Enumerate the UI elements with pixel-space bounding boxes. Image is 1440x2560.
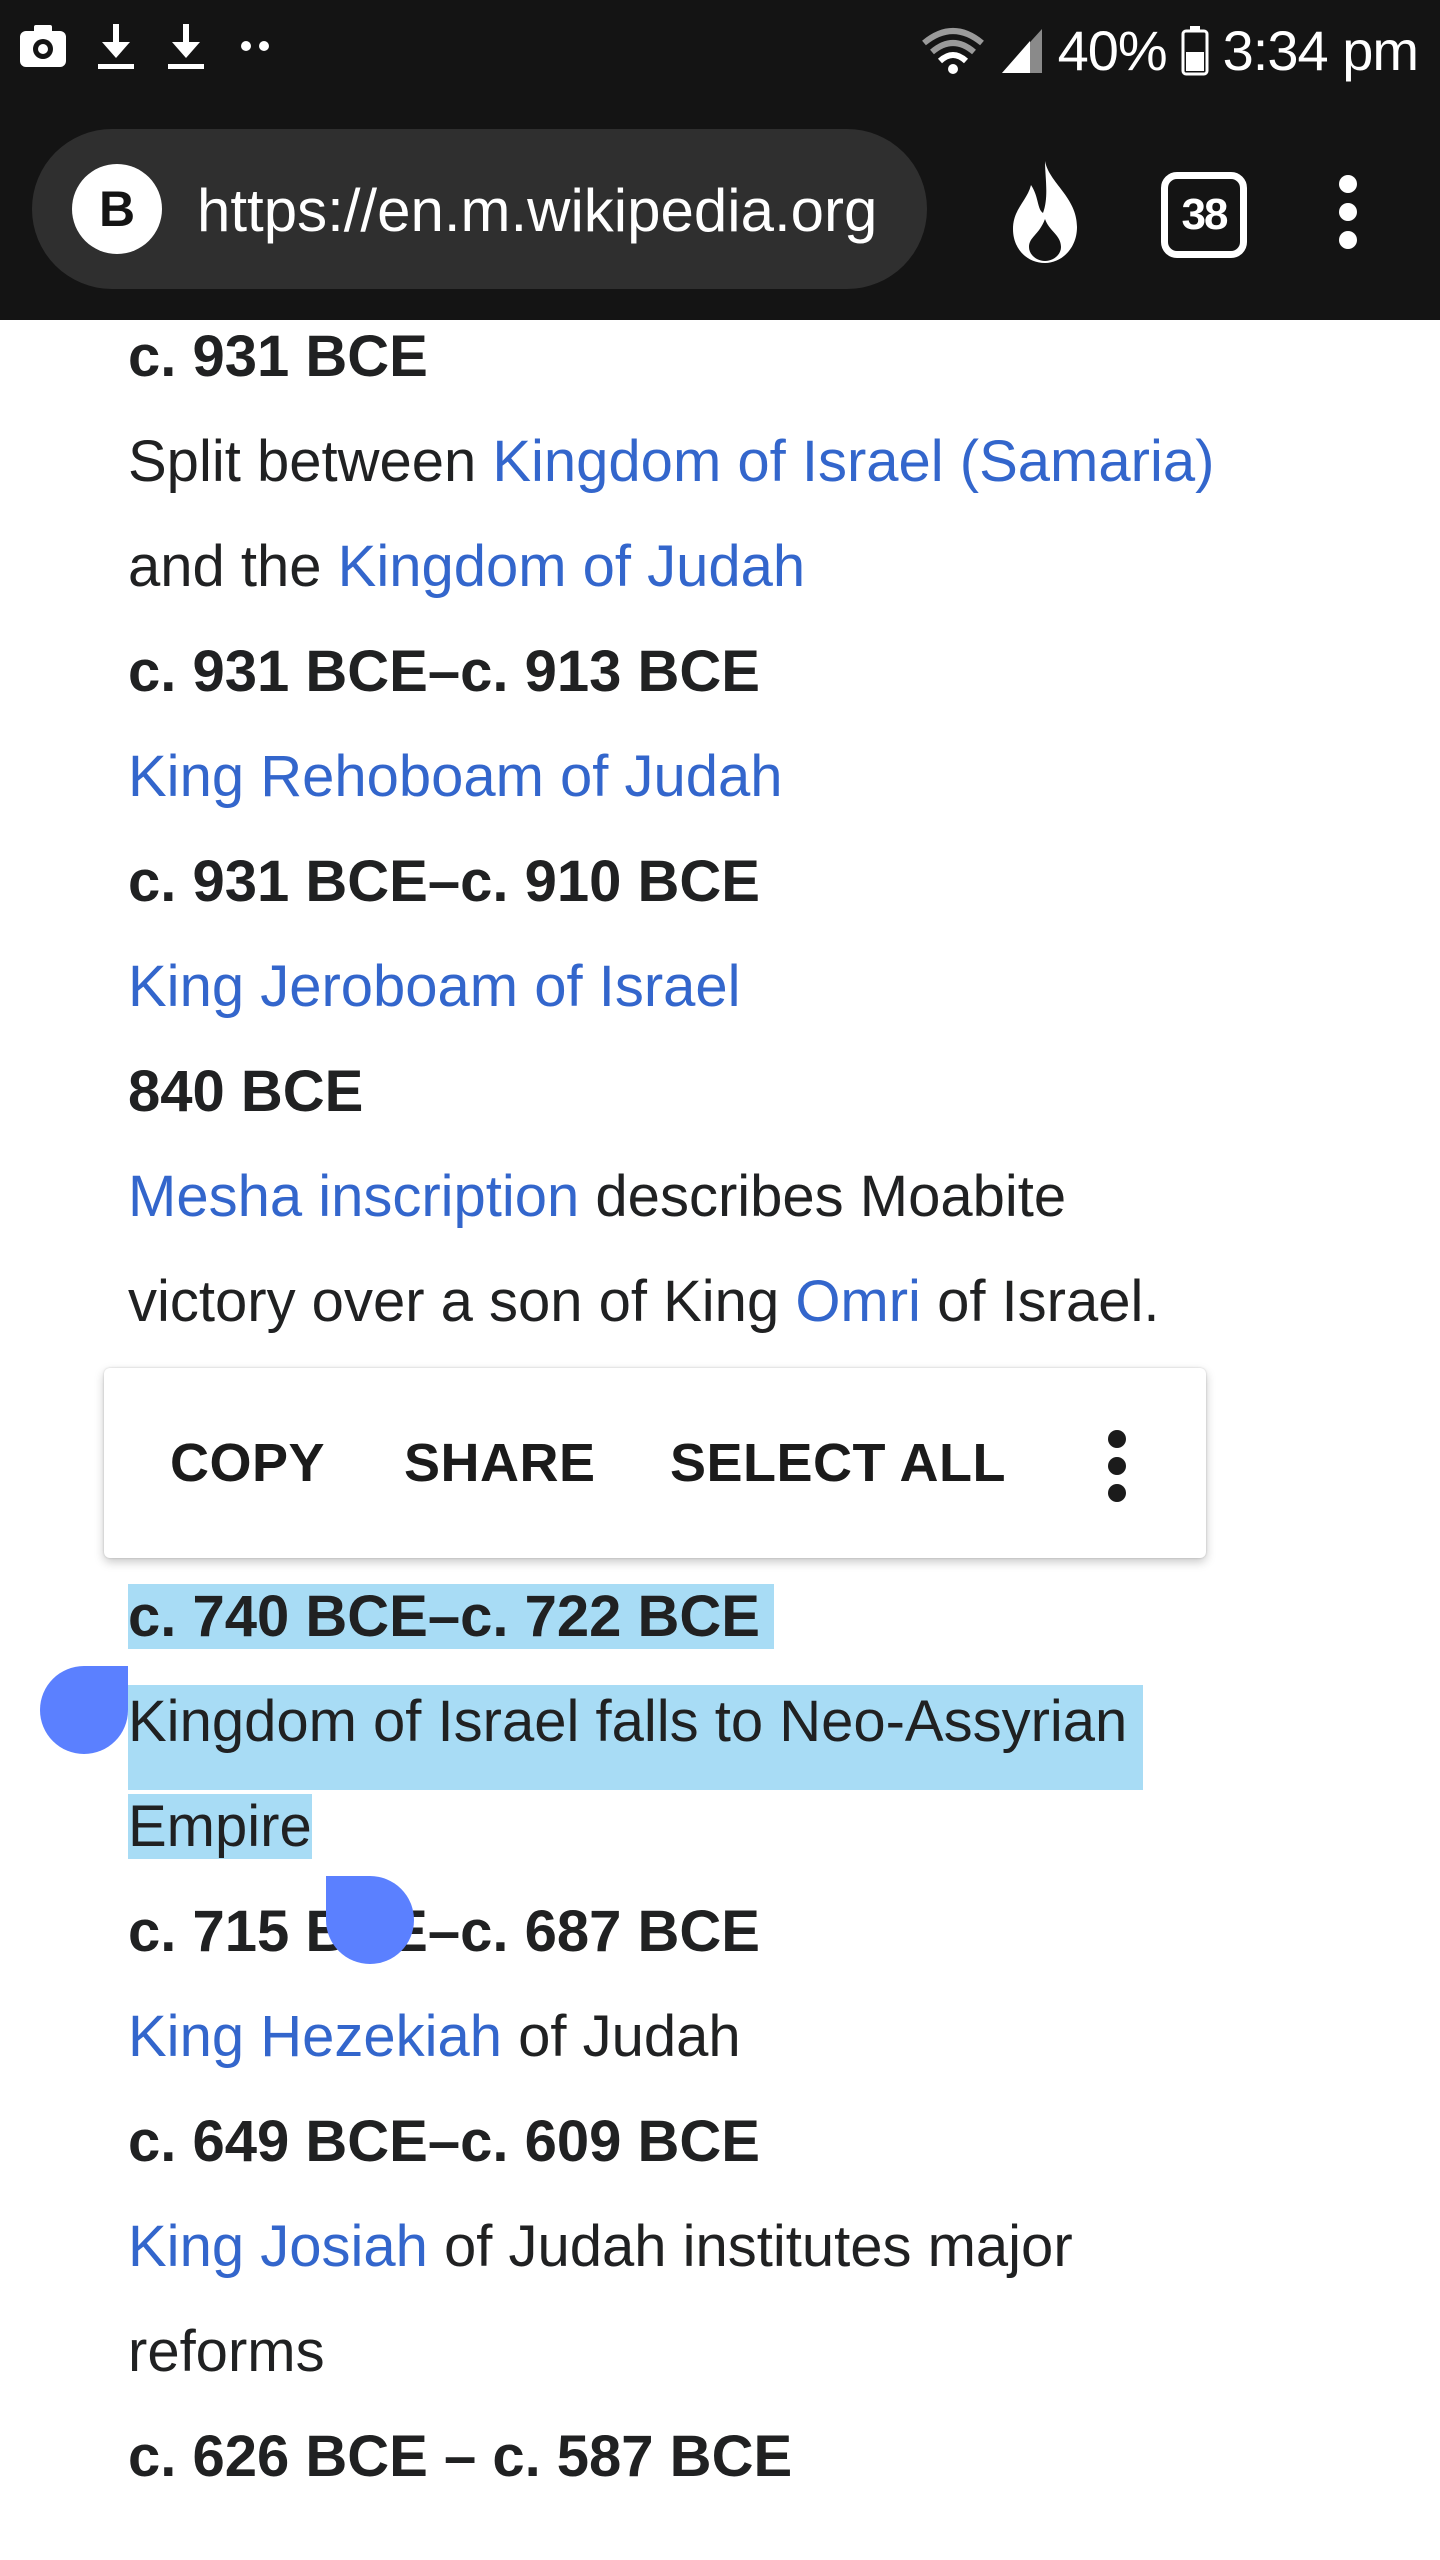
- timeline-description: victory over a son of King Omri of Israe…: [128, 1265, 1160, 1339]
- select-all-button[interactable]: SELECT ALL: [670, 1428, 1006, 1498]
- notification-icons: [18, 22, 274, 70]
- screenshot-icon: [20, 25, 66, 67]
- clock: 3:34 pm: [1222, 19, 1419, 82]
- timeline-description: King Jeroboam of Israel: [128, 950, 741, 1024]
- copy-button[interactable]: COPY: [170, 1428, 325, 1498]
- timeline-description-selected[interactable]: Kingdom of Israel falls to Neo-Assyrian: [128, 1685, 1144, 1790]
- download-icon: [98, 24, 134, 69]
- timeline-description: King Rehoboam of Judah: [128, 740, 783, 814]
- timeline-description: reforms: [128, 2319, 325, 2384]
- wifi-icon: [921, 27, 984, 74]
- timeline-date: c. 931 BCE: [128, 324, 428, 389]
- description-text: Split between: [128, 429, 493, 494]
- selected-text[interactable]: c. 740 BCE–c. 722 BCE: [128, 1584, 774, 1649]
- timeline-description: King Josiah of Judah institutes major: [128, 2210, 1073, 2284]
- address-bar[interactable]: B https://en.m.wikipedia.org: [32, 129, 927, 289]
- timeline-description: King Hezekiah of Judah: [128, 2000, 741, 2074]
- description-text: and the: [128, 534, 338, 599]
- browser-toolbar: B https://en.m.wikipedia.org 38: [0, 105, 1440, 320]
- timeline-date: c. 626 BCE – c. 587 BCE: [128, 2424, 793, 2489]
- selection-start-handle[interactable]: [40, 1666, 128, 1754]
- download-icon: [168, 24, 204, 69]
- battery-percent: 40%: [1057, 19, 1168, 82]
- timeline-date: 840 BCE: [128, 1059, 364, 1124]
- more-vert-icon[interactable]: [1104, 1430, 1130, 1506]
- description-text: of Judah institutes major: [427, 2214, 1073, 2279]
- battery-icon: [1181, 25, 1209, 75]
- timeline-date: c. 931 BCE–c. 910 BCE: [128, 849, 760, 914]
- timeline-description-selected[interactable]: Empire: [128, 1790, 312, 1864]
- link-king-hezekiah[interactable]: King Hezekiah: [128, 2004, 502, 2069]
- link-king-josiah[interactable]: King Josiah: [128, 2214, 428, 2279]
- selected-text[interactable]: Kingdom of Israel falls to Neo-Assyrian: [128, 1685, 1144, 1790]
- timeline-description: Split between Kingdom of Israel (Samaria…: [128, 425, 1214, 499]
- description-text: victory over a son of King: [128, 1269, 796, 1334]
- description-text: describes Moabite: [579, 1164, 1067, 1229]
- signal-icon: [1001, 28, 1042, 73]
- url-text[interactable]: https://en.m.wikipedia.org: [197, 173, 907, 253]
- timeline-description: Mesha inscription describes Moabite: [128, 1160, 1066, 1234]
- timeline-date: c. 649 BCE–c. 609 BCE: [128, 2109, 760, 2174]
- link-kingdom-of-judah[interactable]: Kingdom of Judah: [338, 534, 806, 599]
- more-notifications-icon: [241, 41, 269, 51]
- timeline-description: and the Kingdom of Judah: [128, 530, 805, 604]
- timeline-date: c. 715 BCE–c. 687 BCE: [128, 1899, 760, 1964]
- overflow-menu-icon[interactable]: [1330, 175, 1366, 251]
- share-button[interactable]: SHARE: [404, 1428, 596, 1498]
- fire-icon[interactable]: [1005, 157, 1085, 267]
- description-text: of Israel.: [920, 1269, 1160, 1334]
- link-mesha-inscription[interactable]: Mesha inscription: [128, 1164, 579, 1229]
- selected-text[interactable]: Empire: [128, 1794, 312, 1859]
- system-indicators: 40% 3:34 pm: [920, 18, 1419, 83]
- link-omri[interactable]: Omri: [795, 1269, 921, 1334]
- status-bar: 40% 3:34 pm: [0, 0, 1440, 105]
- selection-end-handle[interactable]: [326, 1876, 414, 1964]
- timeline-date-selected[interactable]: c. 740 BCE–c. 722 BCE: [128, 1580, 774, 1654]
- tabs-icon[interactable]: 38: [1161, 172, 1247, 258]
- link-kingdom-of-israel[interactable]: Kingdom of Israel (Samaria): [492, 429, 1214, 494]
- link-king-jeroboam[interactable]: King Jeroboam of Israel: [128, 954, 741, 1019]
- description-text: of Judah: [502, 2004, 741, 2069]
- text-selection-menu: COPY SHARE SELECT ALL: [104, 1368, 1206, 1558]
- site-icon[interactable]: B: [72, 164, 162, 254]
- timeline-date: c. 931 BCE–c. 913 BCE: [128, 639, 760, 704]
- link-king-rehoboam[interactable]: King Rehoboam of Judah: [128, 744, 783, 809]
